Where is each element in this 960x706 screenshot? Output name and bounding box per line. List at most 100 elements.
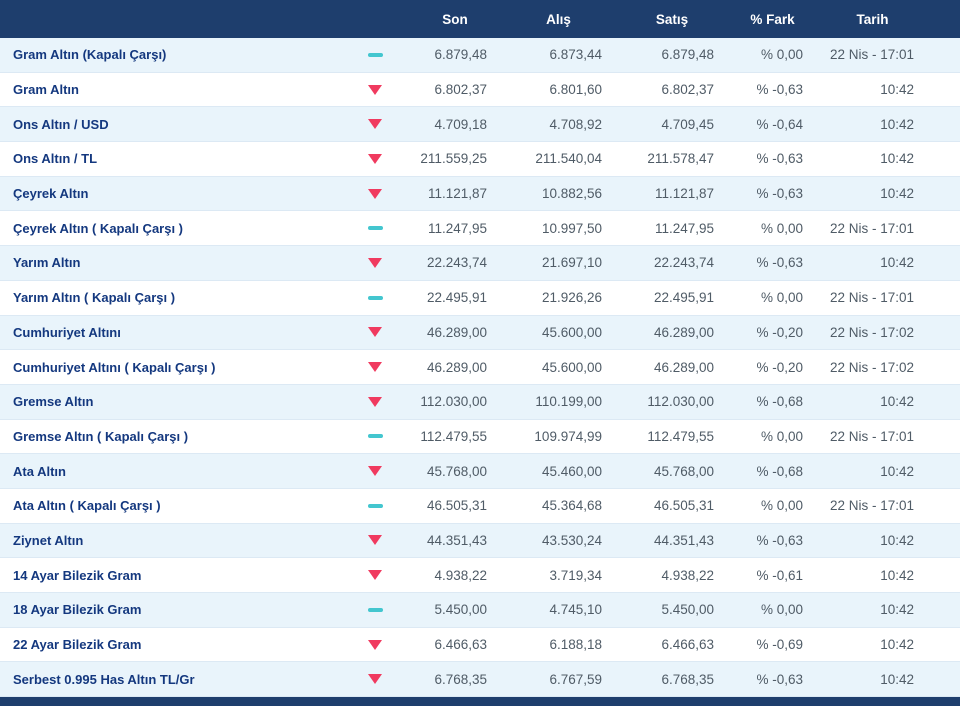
fark-value: % -0,61 [714, 558, 803, 592]
satis-value: 6.466,63 [602, 628, 714, 662]
instrument-name[interactable]: Yarım Altın [13, 246, 355, 280]
son-value: 11.247,95 [395, 211, 487, 245]
fark-value: % -0,20 [714, 350, 803, 384]
son-value: 4.938,22 [395, 558, 487, 592]
instrument-name[interactable]: Serbest 0.995 Has Altın TL/Gr [13, 662, 355, 696]
alis-value: 6.767,59 [487, 662, 602, 696]
satis-value: 4.709,45 [602, 107, 714, 141]
column-header-tarih: Tarih [803, 0, 914, 38]
table-row[interactable]: Cumhuriyet Altını ( Kapalı Çarşı ) 46.28… [0, 350, 960, 385]
trend-down-icon [368, 258, 382, 268]
son-value: 45.768,00 [395, 454, 487, 488]
satis-value: 112.479,55 [602, 420, 714, 454]
table-row[interactable]: Ata Altın ( Kapalı Çarşı ) 46.505,31 45.… [0, 489, 960, 524]
table-row[interactable]: 22 Ayar Bilezik Gram 6.466,63 6.188,18 6… [0, 628, 960, 663]
instrument-name[interactable]: Gremse Altın ( Kapalı Çarşı ) [13, 420, 355, 454]
satis-value: 112.030,00 [602, 385, 714, 419]
table-row[interactable]: Serbest 0.995 Has Altın TL/Gr 6.768,35 6… [0, 662, 960, 697]
son-value: 112.030,00 [395, 385, 487, 419]
table-row[interactable]: 14 Ayar Bilezik Gram 4.938,22 3.719,34 4… [0, 558, 960, 593]
instrument-name[interactable]: Çeyrek Altın ( Kapalı Çarşı ) [13, 211, 355, 245]
table-row[interactable]: Yarım Altın 22.243,74 21.697,10 22.243,7… [0, 246, 960, 281]
header-spacer-name [13, 0, 355, 38]
table-row[interactable]: Ziynet Altın 44.351,43 43.530,24 44.351,… [0, 524, 960, 559]
satis-value: 45.768,00 [602, 454, 714, 488]
tarih-value: 10:42 [803, 246, 914, 280]
trend-cell [355, 177, 395, 211]
son-value: 22.243,74 [395, 246, 487, 280]
instrument-name[interactable]: Ons Altın / USD [13, 107, 355, 141]
trend-cell [355, 628, 395, 662]
table-header-row: Son Alış Satış % Fark Tarih [0, 0, 960, 38]
table-row[interactable]: Ons Altın / USD 4.709,18 4.708,92 4.709,… [0, 107, 960, 142]
table-row[interactable]: Gram Altın (Kapalı Çarşı) 6.879,48 6.873… [0, 38, 960, 73]
trend-cell [355, 142, 395, 176]
fark-value: % 0,00 [714, 281, 803, 315]
alis-value: 3.719,34 [487, 558, 602, 592]
trend-down-icon [368, 570, 382, 580]
trend-cell [355, 316, 395, 350]
alis-value: 21.926,26 [487, 281, 602, 315]
instrument-name[interactable]: Cumhuriyet Altını [13, 316, 355, 350]
instrument-name[interactable]: Çeyrek Altın [13, 177, 355, 211]
instrument-name[interactable]: 18 Ayar Bilezik Gram [13, 593, 355, 627]
satis-value: 22.495,91 [602, 281, 714, 315]
alis-value: 10.882,56 [487, 177, 602, 211]
alis-value: 45.600,00 [487, 316, 602, 350]
satis-value: 6.879,48 [602, 38, 714, 72]
fark-value: % -0,63 [714, 142, 803, 176]
trend-cell [355, 246, 395, 280]
trend-cell [355, 350, 395, 384]
table-row[interactable]: Ata Altın 45.768,00 45.460,00 45.768,00 … [0, 454, 960, 489]
instrument-name[interactable]: Gremse Altın [13, 385, 355, 419]
instrument-name[interactable]: Gram Altın (Kapalı Çarşı) [13, 38, 355, 72]
table-row[interactable]: 18 Ayar Bilezik Gram 5.450,00 4.745,10 5… [0, 593, 960, 628]
son-value: 211.559,25 [395, 142, 487, 176]
trend-down-icon [368, 85, 382, 95]
alis-value: 21.697,10 [487, 246, 602, 280]
son-value: 46.289,00 [395, 316, 487, 350]
table-row[interactable]: Gram Altın 6.802,37 6.801,60 6.802,37 % … [0, 73, 960, 108]
trend-cell [355, 454, 395, 488]
alis-value: 211.540,04 [487, 142, 602, 176]
table-row[interactable]: Çeyrek Altın ( Kapalı Çarşı ) 11.247,95 … [0, 211, 960, 246]
trend-cell [355, 420, 395, 454]
instrument-name[interactable]: Ata Altın [13, 454, 355, 488]
satis-value: 6.768,35 [602, 662, 714, 696]
tarih-value: 10:42 [803, 524, 914, 558]
trend-cell [355, 211, 395, 245]
son-value: 5.450,00 [395, 593, 487, 627]
trend-down-icon [368, 362, 382, 372]
table-row[interactable]: Cumhuriyet Altını 46.289,00 45.600,00 46… [0, 316, 960, 351]
satis-value: 22.243,74 [602, 246, 714, 280]
instrument-name[interactable]: Ons Altın / TL [13, 142, 355, 176]
instrument-name[interactable]: 14 Ayar Bilezik Gram [13, 558, 355, 592]
son-value: 112.479,55 [395, 420, 487, 454]
table-row[interactable]: Gremse Altın ( Kapalı Çarşı ) 112.479,55… [0, 420, 960, 455]
table-row[interactable]: Çeyrek Altın 11.121,87 10.882,56 11.121,… [0, 177, 960, 212]
alis-value: 4.708,92 [487, 107, 602, 141]
instrument-name[interactable]: Cumhuriyet Altını ( Kapalı Çarşı ) [13, 350, 355, 384]
trend-cell [355, 524, 395, 558]
instrument-name[interactable]: Yarım Altın ( Kapalı Çarşı ) [13, 281, 355, 315]
instrument-name[interactable]: 22 Ayar Bilezik Gram [13, 628, 355, 662]
fark-value: % 0,00 [714, 489, 803, 523]
column-header-satis: Satış [602, 0, 714, 38]
table-row[interactable]: Yarım Altın ( Kapalı Çarşı ) 22.495,91 2… [0, 281, 960, 316]
tarih-value: 10:42 [803, 107, 914, 141]
table-row[interactable]: Ons Altın / TL 211.559,25 211.540,04 211… [0, 142, 960, 177]
trend-down-icon [368, 466, 382, 476]
instrument-name[interactable]: Ata Altın ( Kapalı Çarşı ) [13, 489, 355, 523]
column-header-alis: Alış [487, 0, 602, 38]
satis-value: 11.247,95 [602, 211, 714, 245]
son-value: 4.709,18 [395, 107, 487, 141]
tarih-value: 22 Nis - 17:01 [803, 420, 914, 454]
instrument-name[interactable]: Gram Altın [13, 73, 355, 107]
fark-value: % -0,63 [714, 73, 803, 107]
trend-flat-icon [368, 296, 383, 300]
instrument-name[interactable]: Ziynet Altın [13, 524, 355, 558]
table-row[interactable]: Gremse Altın 112.030,00 110.199,00 112.0… [0, 385, 960, 420]
fark-value: % -0,64 [714, 107, 803, 141]
tarih-value: 22 Nis - 17:01 [803, 281, 914, 315]
fark-value: % -0,63 [714, 524, 803, 558]
